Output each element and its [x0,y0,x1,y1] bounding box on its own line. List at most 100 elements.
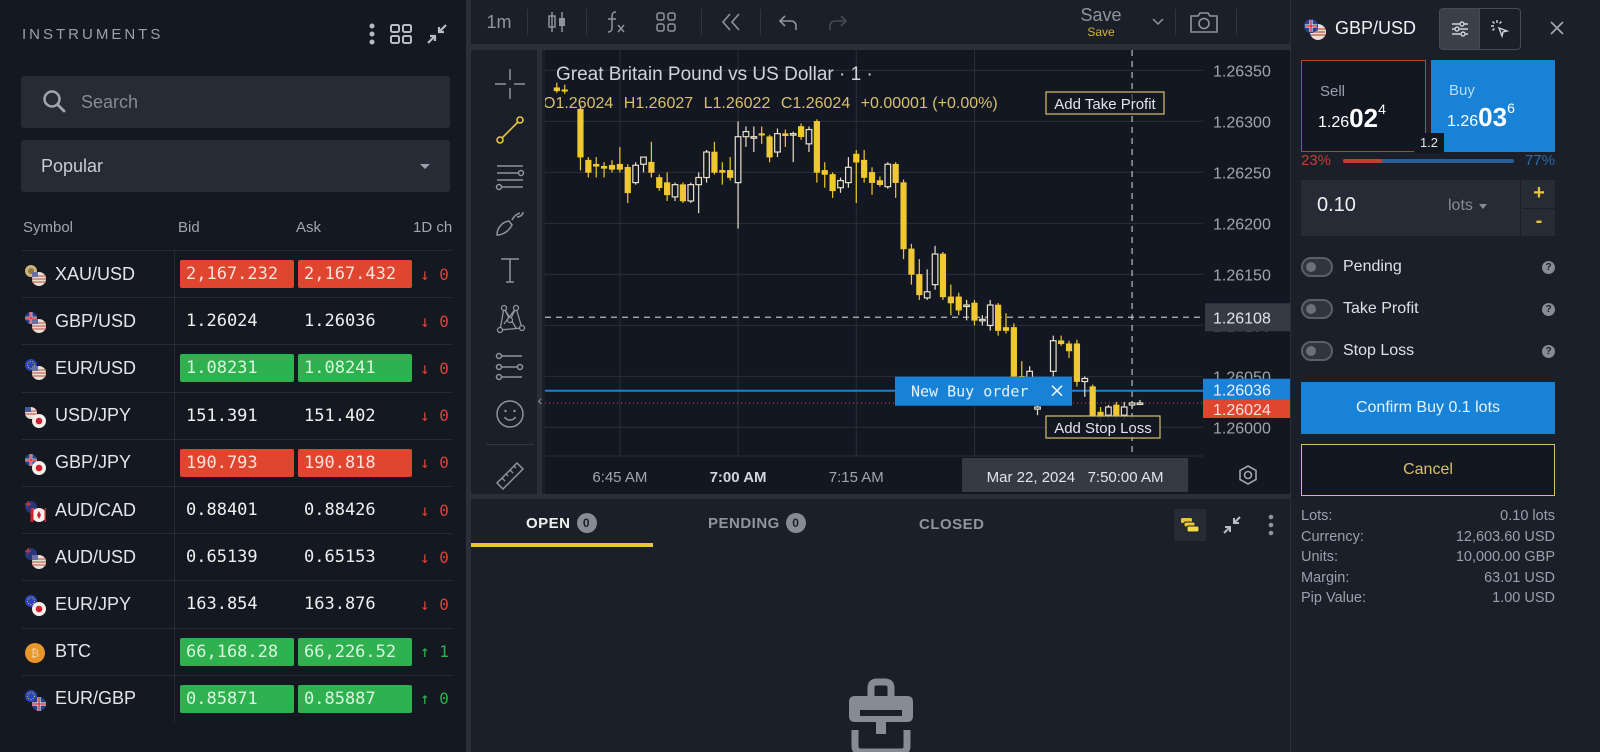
bid-price[interactable]: 1.26024 [180,307,294,335]
ask-price[interactable]: 190.818 [298,448,412,477]
column-header-ask[interactable]: Ask [296,219,321,236]
instrument-row[interactable]: USD/JPY 151.391 151.402 ↓ 0 [22,391,452,439]
bid-price[interactable]: 2,167.232 [180,260,294,288]
tab-pending[interactable]: PENDING 0 [708,513,806,533]
unit-select[interactable]: lots [1448,197,1487,215]
ask-price[interactable]: 66,226.52 [298,637,412,666]
click-cursor-icon [1491,20,1510,39]
ask-price[interactable]: 0.88426 [298,496,412,524]
tab-closed[interactable]: CLOSED [919,516,985,533]
ask-price[interactable]: 163.876 [298,590,412,618]
quantity-input[interactable] [1317,194,1417,217]
replay-button[interactable] [702,0,760,44]
column-header-symbol[interactable]: Symbol [23,219,73,236]
tab-closed-label: CLOSED [919,516,985,533]
instrument-row[interactable]: GBP/JPY 190.793 190.818 ↓ 0 [22,438,452,486]
more-vertical-icon[interactable] [368,22,376,52]
screenshot-button[interactable] [1183,0,1225,44]
confirm-buy-button[interactable]: Confirm Buy 0.1 lots [1301,382,1555,434]
price-axis[interactable]: 1.26350 1.26300 1.26250 1.26200 1.26150 1.261… [1203,50,1290,494]
stack-view-button[interactable] [1174,509,1206,541]
interval-button[interactable]: 1m [471,0,527,44]
close-ticket-button[interactable] [1545,16,1569,40]
bid-price[interactable]: 190.793 [180,448,294,477]
column-header-bid[interactable]: Bid [178,219,200,236]
bid-price[interactable]: 151.391 [180,402,294,430]
instrument-row[interactable]: EUR/USD 1.08231 1.08241 ↓ 0 [22,344,452,392]
ask-price[interactable]: 0.65153 [298,543,412,571]
help-icon[interactable]: ? [1542,260,1555,274]
orders-more-button[interactable] [1267,513,1279,539]
indicators-button[interactable] [587,0,643,44]
ticket-settings-button[interactable] [1440,9,1480,49]
redo-button[interactable] [815,0,861,44]
layout-button[interactable] [643,0,689,44]
candle-body-bullish [1034,406,1041,410]
candle-body-bearish [939,253,947,298]
bid-price[interactable]: 1.08231 [180,354,294,383]
sell-button[interactable]: Sell 1.26024 [1301,60,1426,152]
bid-price[interactable]: 66,168.28 [180,637,294,666]
measure-tool[interactable] [492,456,528,492]
instrument-row[interactable]: EUR/JPY 163.854 163.876 ↓ 0 [22,580,452,628]
column-header-change[interactable]: 1D ch [413,219,453,236]
column-divider [174,345,175,392]
instrument-row[interactable]: ₿ BTC 66,168.28 66,226.52 ↑ 1 [22,627,452,675]
collapse-icon[interactable] [426,23,448,51]
ask-price[interactable]: 0.85887 [298,684,412,713]
brush-icon [496,211,524,236]
take-profit-toggle[interactable] [1301,299,1333,319]
minimize-panel-button[interactable] [1218,511,1246,539]
instrument-row[interactable]: XAU/USD 2,167.232 2,167.432 ↓ 0 [22,250,452,298]
instrument-row[interactable]: EUR/GBP 0.85871 0.85887 ↑ 0 [22,674,452,722]
price-chart[interactable]: Add Take Profit New Buy order Add Stop Los… [545,50,1290,494]
add-take-profit-button[interactable]: Add Take Profit [1045,91,1165,115]
crosshair-tool[interactable] [492,66,528,102]
one-click-trading-button[interactable] [1480,9,1520,49]
tab-open[interactable]: OPEN 0 [526,513,597,533]
bid-price[interactable]: 0.85871 [180,684,294,713]
change-value: 0 [439,594,449,614]
new-buy-order-tag[interactable]: New Buy order [895,376,1072,406]
brush-tool[interactable] [492,204,528,240]
trend-line-tool[interactable] [492,112,528,148]
pattern-tool[interactable] [492,300,528,336]
emoji-tool[interactable] [492,396,528,432]
daily-change: ↓ 0 [420,406,449,425]
candle-body-bearish [585,159,592,173]
increment-button[interactable]: + [1523,180,1555,207]
pending-toggle[interactable] [1301,257,1333,277]
help-icon[interactable]: ? [1542,302,1555,316]
add-stop-loss-button[interactable]: Add Stop Loss [1045,415,1161,439]
undo-button[interactable] [761,0,815,44]
ask-price[interactable]: 151.402 [298,402,412,430]
empty-portfolio-icon [846,676,916,752]
bid-price[interactable]: 0.88401 [180,496,294,524]
save-button[interactable]: Save Save [1066,4,1136,39]
candle-body-bullish [1105,406,1112,416]
bid-price[interactable]: 0.65139 [180,543,294,571]
instrument-row[interactable]: GBP/USD 1.26024 1.26036 ↓ 0 [22,297,452,345]
buy-button[interactable]: Buy 1.26036 [1431,60,1555,152]
prediction-tool[interactable] [492,348,528,384]
category-select[interactable]: Popular [21,140,450,192]
chart-type-button[interactable] [528,0,586,44]
search-input[interactable] [81,91,421,113]
decrement-button[interactable]: - [1523,209,1555,236]
ask-price[interactable]: 1.26036 [298,307,412,335]
grid-layout-icon[interactable] [390,24,412,50]
bid-price[interactable]: 163.854 [180,590,294,618]
help-icon[interactable]: ? [1542,344,1555,358]
fib-tool[interactable] [492,158,528,194]
ask-price[interactable]: 1.08241 [298,354,412,383]
time-axis[interactable]: 6:45 AM7:00 AM7:15 AM7:Mar 22, 2024 7:50… [545,455,1290,494]
search-box[interactable] [21,76,450,128]
summary-row: Margin: 63.01 USD [1301,570,1555,591]
cancel-button[interactable]: Cancel [1301,444,1555,496]
save-options-button[interactable] [1146,0,1170,44]
ask-price[interactable]: 2,167.432 [298,260,412,288]
stop-loss-toggle[interactable] [1301,341,1333,361]
instrument-row[interactable]: AUD/CAD 0.88401 0.88426 ↓ 0 [22,485,452,534]
instrument-row[interactable]: AUD/USD 0.65139 0.65153 ↓ 0 [22,533,452,581]
text-tool[interactable] [492,252,528,288]
